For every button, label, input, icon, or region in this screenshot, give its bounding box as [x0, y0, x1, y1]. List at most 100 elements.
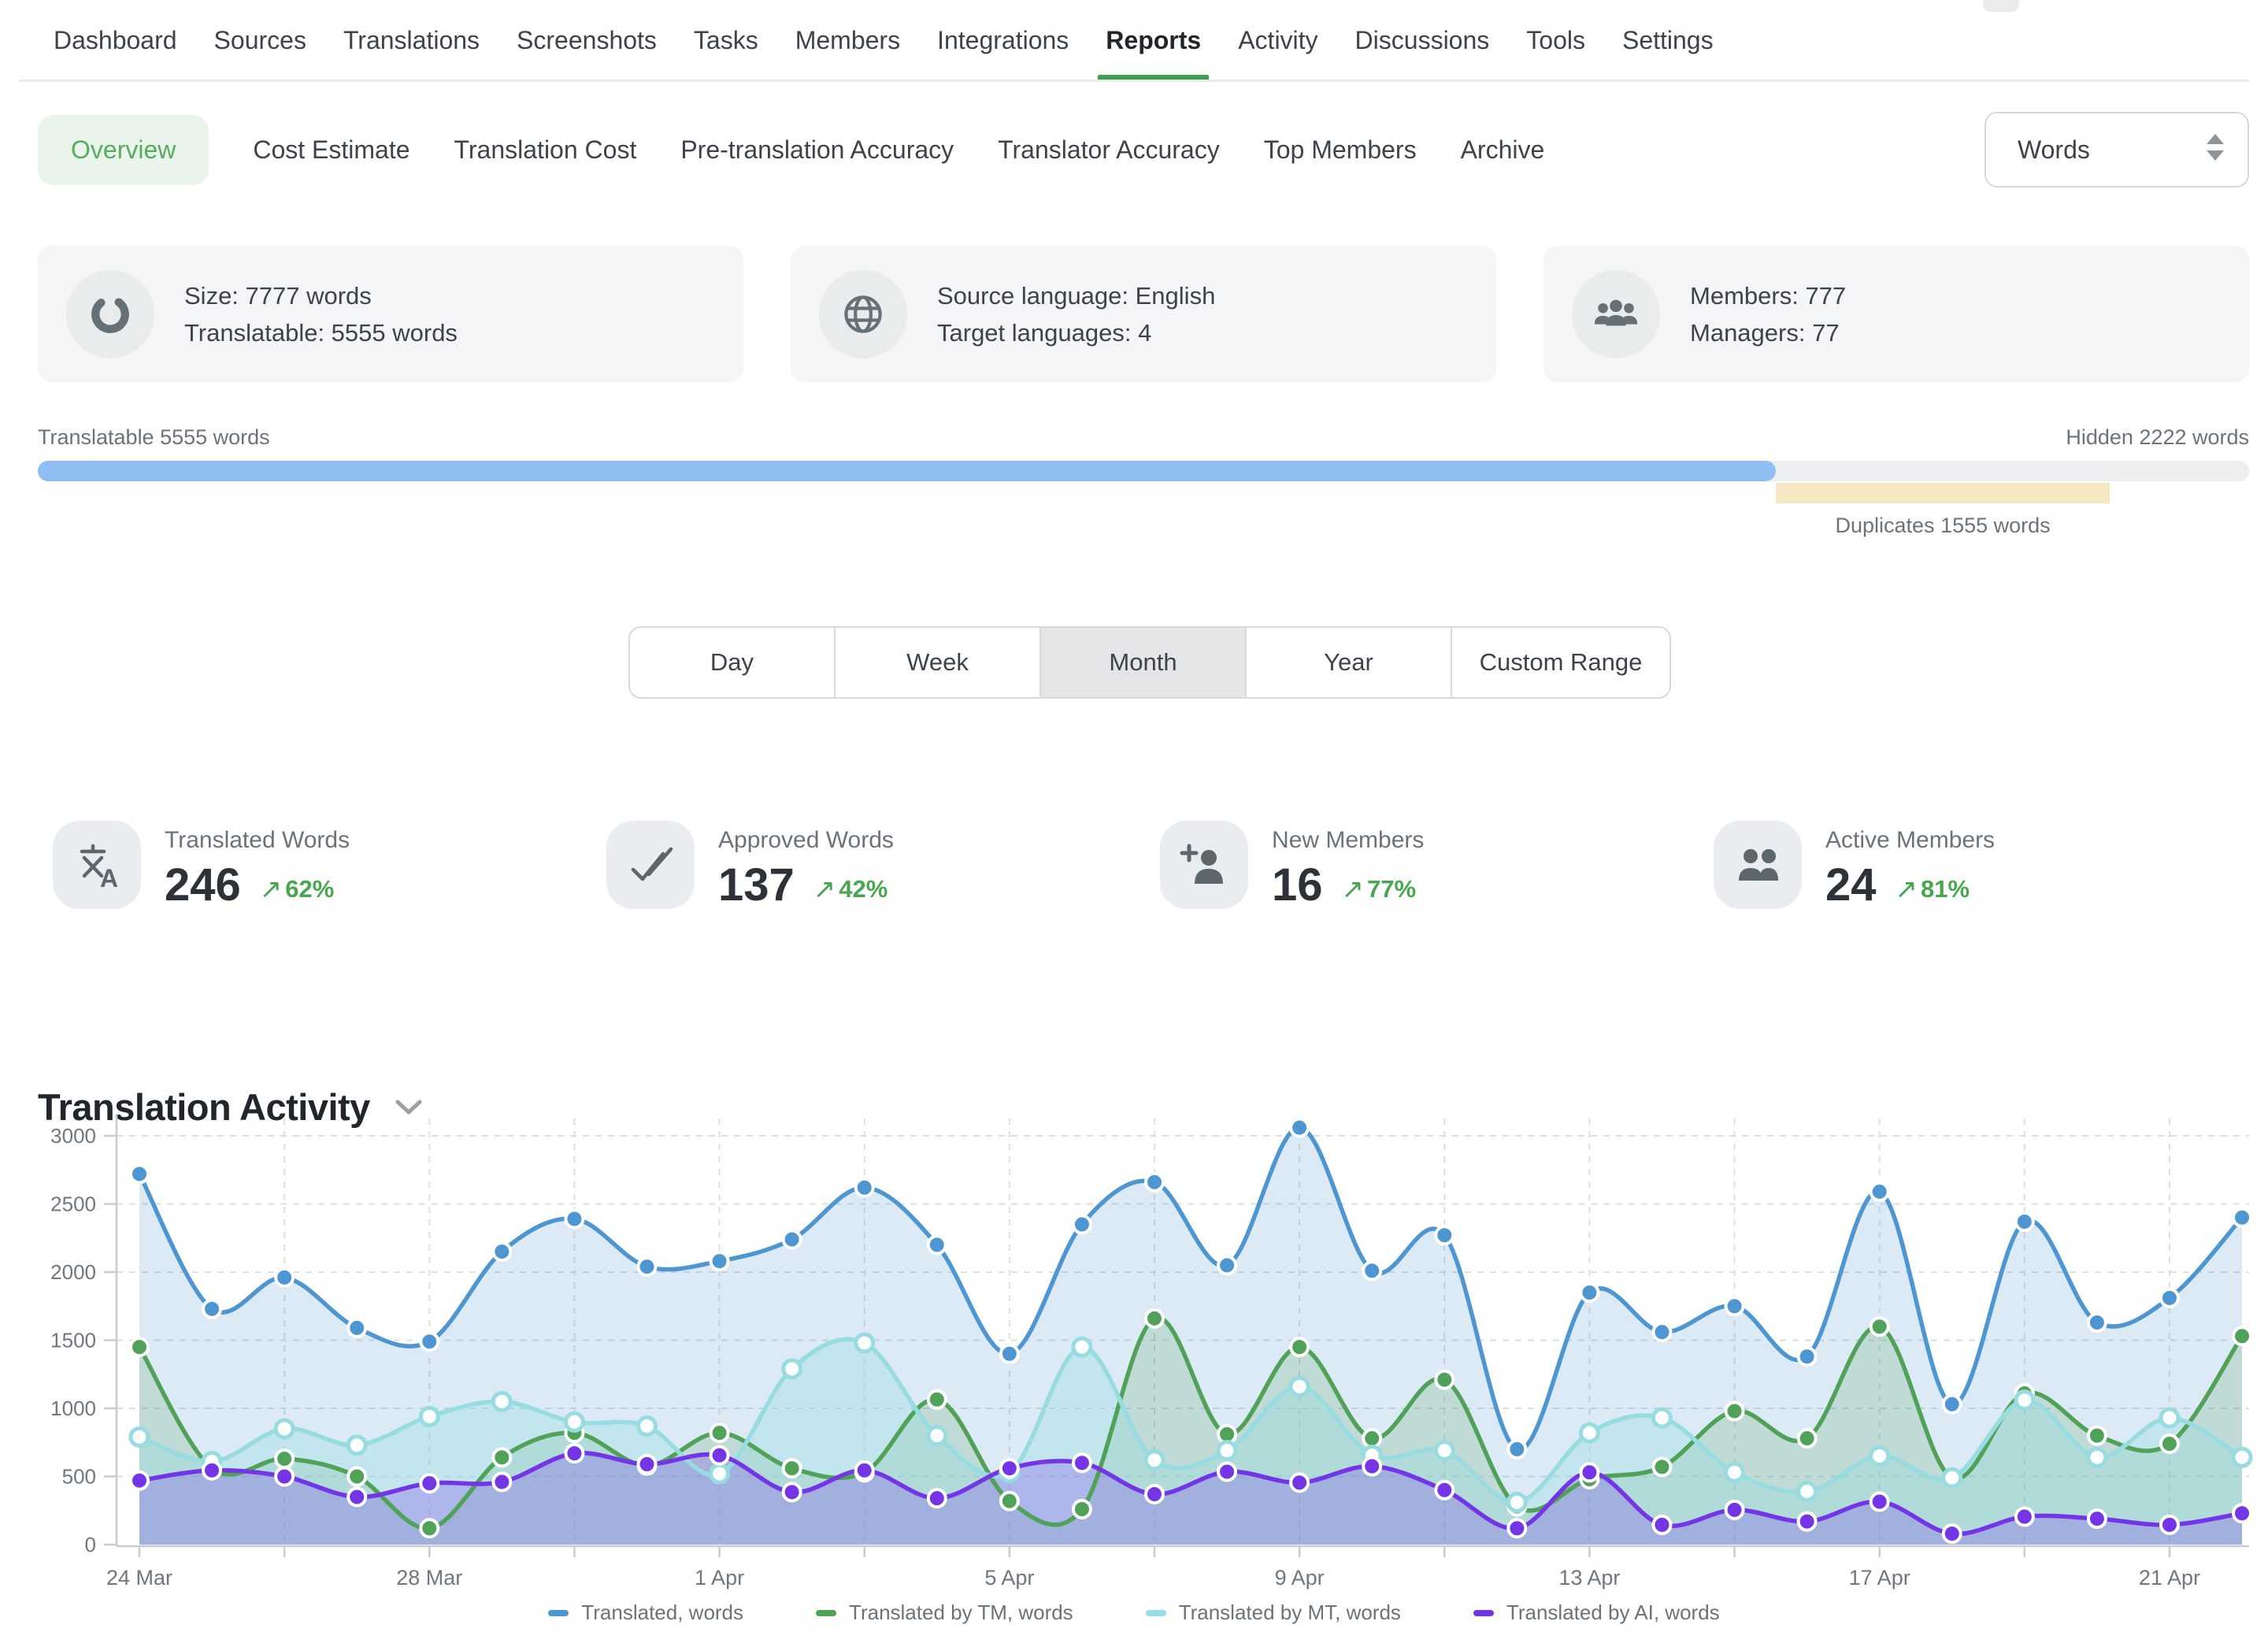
translatable-segment: [38, 461, 1776, 481]
report-tab-translation-cost[interactable]: Translation Cost: [454, 135, 637, 165]
trend-up-icon: ↗: [813, 874, 836, 905]
nav-item-settings[interactable]: Settings: [1622, 0, 1714, 81]
range-tab-year[interactable]: Year: [1245, 628, 1451, 697]
nav-item-screenshots[interactable]: Screenshots: [517, 0, 657, 81]
svg-text:1000: 1000: [50, 1397, 96, 1420]
legend-label: Translated by AI, words: [1506, 1601, 1720, 1625]
cut-off-toolbar-button[interactable]: [1983, 0, 2019, 12]
report-tabs: Overview Cost Estimate Translation Cost Pre…: [38, 110, 1544, 189]
donut-icon: [66, 270, 154, 358]
members-icon: [1572, 270, 1660, 358]
card-line: Target languages: 4: [937, 314, 1215, 351]
range-tab-week[interactable]: Week: [834, 628, 1040, 697]
legend-swatch: [816, 1610, 836, 1616]
stat-value: 16: [1272, 859, 1323, 911]
report-tab-translator-accuracy[interactable]: Translator Accuracy: [998, 135, 1220, 165]
svg-text:24 Mar: 24 Mar: [106, 1566, 172, 1590]
summary-card: Members: 777Managers: 77: [1544, 246, 2249, 382]
stat-delta: ↗62%: [260, 874, 335, 905]
stat-tile-translated-words: A Translated Words 246 ↗62%: [53, 821, 350, 911]
duplicates-label: Duplicates 1555 words: [1776, 514, 2110, 538]
nav-item-members[interactable]: Members: [795, 0, 900, 81]
legend-label: Translated, words: [581, 1601, 743, 1625]
report-tab-cost-estimate[interactable]: Cost Estimate: [253, 135, 410, 165]
trend-up-icon: ↗: [1896, 874, 1918, 905]
nav-item-dashboard[interactable]: Dashboard: [54, 0, 177, 81]
nav-item-tools[interactable]: Tools: [1526, 0, 1585, 81]
svg-text:28 Mar: 28 Mar: [396, 1566, 462, 1590]
report-tab-archive[interactable]: Archive: [1461, 135, 1545, 165]
svg-text:3000: 3000: [50, 1124, 96, 1148]
nav-item-discussions[interactable]: Discussions: [1355, 0, 1490, 81]
svg-text:A: A: [100, 864, 118, 890]
svg-text:1500: 1500: [50, 1329, 96, 1352]
stat-label: New Members: [1272, 827, 1424, 854]
nav-item-integrations[interactable]: Integrations: [937, 0, 1069, 81]
range-tab-month[interactable]: Month: [1040, 628, 1245, 697]
legend-swatch: [1146, 1610, 1166, 1616]
person-add-icon: [1160, 821, 1248, 909]
card-line: Managers: 77: [1690, 314, 1846, 351]
date-range-tabs: DayWeekMonthYearCustom Range: [628, 626, 1671, 699]
legend-item[interactable]: Translated by TM, words: [816, 1601, 1073, 1625]
stat-tile-active-members: Active Members24↗81%: [1714, 821, 1995, 911]
stat-value: 24: [1825, 859, 1877, 911]
legend-swatch: [548, 1610, 569, 1616]
chart-legend: Translated, words Translated by TM, words…: [0, 1601, 2268, 1625]
report-tab-top-members[interactable]: Top Members: [1264, 135, 1417, 165]
nav-item-translations[interactable]: Translations: [343, 0, 480, 81]
summary-cards: Size: 7777 wordsTranslatable: 5555 words…: [38, 246, 2249, 382]
svg-text:21 Apr: 21 Apr: [2139, 1566, 2200, 1590]
stat-delta: ↗77%: [1342, 874, 1417, 905]
legend-swatch: [1473, 1610, 1494, 1616]
unit-select-value: Words: [2018, 135, 2090, 165]
svg-text:17 Apr: 17 Apr: [1849, 1566, 1910, 1590]
summary-card: Size: 7777 wordsTranslatable: 5555 words: [38, 246, 743, 382]
stat-label: Approved Words: [718, 827, 894, 854]
nav-item-tasks[interactable]: Tasks: [694, 0, 758, 81]
svg-text:1 Apr: 1 Apr: [695, 1566, 744, 1590]
translatable-label: Translatable 5555 words: [38, 425, 270, 450]
card-line: Source language: English: [937, 277, 1215, 314]
report-tab-pre-translation-accuracy[interactable]: Pre-translation Accuracy: [680, 135, 954, 165]
nav-divider: [19, 80, 2249, 82]
globe-icon: [819, 270, 907, 358]
stat-tile-new-members: New Members 16 ↗77%: [1160, 821, 1424, 911]
reports-overview-page: Dashboard Sources Translations Screenshots T…: [0, 0, 2268, 1647]
card-line: Members: 777: [1690, 277, 1846, 314]
legend-label: Translated by MT, words: [1179, 1601, 1401, 1625]
svg-text:0: 0: [85, 1533, 96, 1556]
nav-item-sources[interactable]: Sources: [214, 0, 306, 81]
nav-item-reports[interactable]: Reports: [1106, 0, 1201, 81]
stat-label: Translated Words: [165, 827, 350, 854]
legend-item[interactable]: Translated by AI, words: [1473, 1601, 1720, 1625]
nav-item-activity[interactable]: Activity: [1238, 0, 1317, 81]
legend-item[interactable]: Translated by MT, words: [1146, 1601, 1401, 1625]
svg-text:13 Apr: 13 Apr: [1558, 1566, 1620, 1590]
report-tab-overview[interactable]: Overview: [38, 115, 209, 185]
stat-value: 246: [165, 859, 241, 911]
people-icon: [1714, 821, 1802, 909]
top-navigation: Dashboard Sources Translations Screenshots T…: [54, 0, 1714, 81]
stat-delta: ↗81%: [1896, 874, 1970, 905]
range-tab-custom-range[interactable]: Custom Range: [1451, 628, 1670, 697]
duplicates-segment: [1776, 483, 2110, 503]
select-spinner-icon: [2207, 134, 2224, 161]
range-tab-day[interactable]: Day: [630, 628, 834, 697]
hidden-label: Hidden 2222 words: [2066, 425, 2249, 450]
svg-text:5 Apr: 5 Apr: [984, 1566, 1034, 1590]
trend-up-icon: ↗: [1342, 874, 1365, 905]
stat-tile-approved-words: Approved Words137↗42%: [606, 821, 894, 911]
svg-text:2000: 2000: [50, 1260, 96, 1284]
card-line: Translatable: 5555 words: [184, 314, 458, 351]
translation-activity-chart: 05001000150020002500300024 Mar28 Mar1 Ap…: [0, 1087, 2268, 1607]
words-progress-bar: [38, 461, 2249, 481]
card-line: Size: 7777 words: [184, 277, 458, 314]
stat-value: 137: [718, 859, 795, 911]
svg-text:9 Apr: 9 Apr: [1275, 1566, 1325, 1590]
svg-text:500: 500: [62, 1465, 96, 1489]
summary-card: Source language: EnglishTarget languages…: [791, 246, 1496, 382]
legend-label: Translated by TM, words: [849, 1601, 1073, 1625]
unit-select[interactable]: Words: [1984, 112, 2249, 187]
legend-item[interactable]: Translated, words: [548, 1601, 743, 1625]
